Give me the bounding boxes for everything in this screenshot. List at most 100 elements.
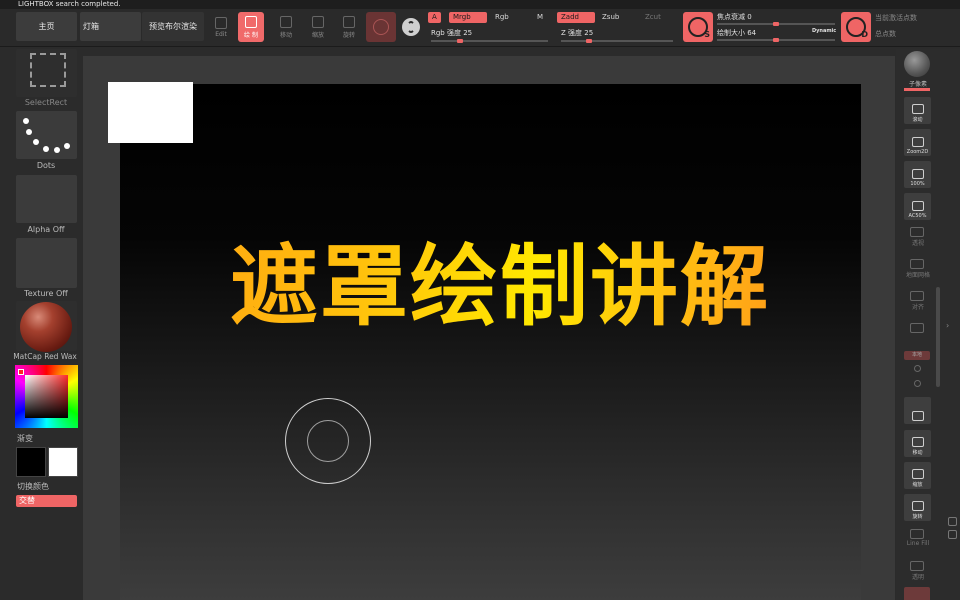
local-button[interactable]: 本地	[904, 351, 930, 360]
magnifier-icon	[911, 469, 924, 479]
floor-grid-label: 地面网格	[905, 272, 930, 279]
color-picker-marker[interactable]	[18, 369, 24, 375]
active-points-label: 当前激活点数	[875, 14, 917, 22]
left-tool-panel: SelectRect Dots Alpha Off Texture Off Ma…	[13, 49, 81, 600]
dots-stroke-icon	[22, 117, 70, 155]
draw-size-label: 绘制大小 64	[717, 29, 757, 37]
brush-selector[interactable]	[16, 49, 77, 97]
focal-shift-knob[interactable]	[773, 22, 779, 26]
z-intensity-knob[interactable]	[586, 39, 592, 43]
hand-icon	[911, 104, 924, 114]
canvas[interactable]	[120, 84, 861, 600]
draw-tool[interactable]: 绘 制	[238, 12, 264, 42]
line-fill-icon[interactable]	[910, 529, 924, 539]
material-selector[interactable]	[16, 301, 77, 352]
edit-icon	[215, 16, 227, 29]
right-scrollbar[interactable]	[936, 287, 940, 387]
a-toggle[interactable]: A	[428, 12, 441, 23]
rgb-intensity-slider[interactable]	[431, 40, 548, 42]
chevron-right-icon[interactable]: ›	[946, 321, 949, 330]
subpixel-indicator	[904, 88, 930, 91]
rotate-tool[interactable]: 旋转	[336, 12, 362, 42]
small-square-icon-b[interactable]	[948, 530, 957, 539]
material-label: MatCap Red Wax	[13, 352, 77, 361]
ac50-button[interactable]: AC50%	[904, 193, 931, 220]
switch-color-button[interactable]: 切换颜色	[17, 481, 81, 492]
z-intensity-slider[interactable]	[561, 40, 673, 42]
total-points-label: 总点数	[875, 30, 896, 38]
brush-label: SelectRect	[24, 98, 68, 107]
status-message: LIGHTBOX search completed.	[18, 0, 121, 8]
floor-grid-icon[interactable]	[910, 259, 924, 269]
zoom2d-button[interactable]: Zoom2D	[904, 129, 931, 156]
small-circle-icon-a[interactable]	[914, 365, 921, 372]
edit-tool[interactable]: Edit	[208, 12, 234, 42]
alternate-button[interactable]: 交替	[16, 495, 77, 507]
zadd-toggle[interactable]: Zadd	[557, 12, 595, 23]
symmetry-d-button[interactable]: D	[841, 12, 871, 42]
rgb-toggle[interactable]: Rgb	[491, 12, 531, 23]
transparent-icon[interactable]	[910, 561, 924, 571]
color-picker[interactable]	[15, 365, 78, 428]
actual-size-button[interactable]: 100%	[904, 161, 931, 188]
transform-icon	[911, 411, 924, 421]
main-color-swatch[interactable]	[16, 447, 46, 477]
scale-icon	[312, 15, 324, 28]
draw-size-knob[interactable]	[773, 38, 779, 42]
subpixel-label: 子像素	[908, 81, 927, 88]
scale-button[interactable]: 缩放	[904, 462, 931, 489]
saturation-square[interactable]	[25, 375, 68, 418]
material-sphere-button[interactable]	[366, 12, 396, 42]
align-icon[interactable]	[910, 291, 924, 301]
texture-label: Texture Off	[24, 289, 68, 298]
right-tool-panel: 子像素 滚动 Zoom2D 100% AC50% 透视 地面网格 对齐 本地 移…	[896, 49, 960, 600]
white-rectangle	[108, 82, 193, 143]
scale-tool[interactable]: 缩放	[305, 12, 331, 42]
rgb-intensity-label: Rgb 强度 25	[431, 29, 473, 37]
line-fill-label: Line Fill	[906, 540, 930, 547]
m-toggle[interactable]: M	[533, 12, 547, 23]
move-button[interactable]: 移动	[904, 430, 931, 457]
alpha-selector[interactable]	[16, 175, 77, 223]
local-transform-button[interactable]	[904, 397, 931, 424]
mrgb-toggle[interactable]: Mrgb	[449, 12, 487, 23]
stroke-selector[interactable]	[16, 111, 77, 159]
small-square-icon-a[interactable]	[948, 517, 957, 526]
brush-cursor-inner	[307, 420, 349, 462]
zsub-toggle[interactable]: Zsub	[598, 12, 638, 23]
preview-render-button[interactable]: 预览布尔渲染	[142, 12, 204, 41]
select-rect-icon	[30, 53, 66, 87]
perspective-icon[interactable]	[910, 227, 924, 237]
zcut-toggle[interactable]: Zcut	[641, 12, 665, 23]
sphere-icon	[373, 19, 389, 35]
target-d-icon: D	[846, 17, 868, 39]
target-s-icon: S	[688, 17, 710, 39]
move-tool[interactable]: 移动	[273, 12, 299, 42]
small-circle-icon-b[interactable]	[914, 380, 921, 387]
subpixel-sphere-icon[interactable]	[904, 51, 930, 77]
rgb-intensity-knob[interactable]	[457, 39, 463, 43]
magnifier-icon	[911, 169, 924, 179]
symmetry-s-button[interactable]: S	[683, 12, 713, 42]
alpha-label: Alpha Off	[27, 225, 65, 234]
lock-icon[interactable]	[910, 323, 924, 333]
spotlight-icon[interactable]	[402, 18, 420, 36]
draw-icon	[245, 15, 257, 28]
texture-selector[interactable]	[16, 238, 77, 288]
align-label: 对齐	[911, 304, 924, 311]
matcap-red-wax-icon	[20, 302, 72, 352]
dynamic-toggle[interactable]: Dynamic	[812, 28, 836, 34]
lightbox-button[interactable]: 灯箱	[80, 12, 141, 41]
hand-icon	[911, 437, 924, 447]
stroke-label: Dots	[36, 161, 56, 170]
z-intensity-label: Z 强度 25	[561, 29, 594, 37]
perspective-label: 透视	[911, 240, 924, 247]
home-button[interactable]: 主页	[16, 12, 77, 41]
gradient-label: 渐变	[17, 434, 33, 443]
secondary-color-swatch[interactable]	[48, 447, 78, 477]
ghost-button[interactable]	[904, 587, 930, 600]
rotate-button[interactable]: 旋转	[904, 494, 931, 521]
scroll-button[interactable]: 滚动	[904, 97, 931, 124]
rotate-icon	[911, 501, 924, 511]
headline-text: 遮罩绘制讲解	[160, 232, 840, 342]
